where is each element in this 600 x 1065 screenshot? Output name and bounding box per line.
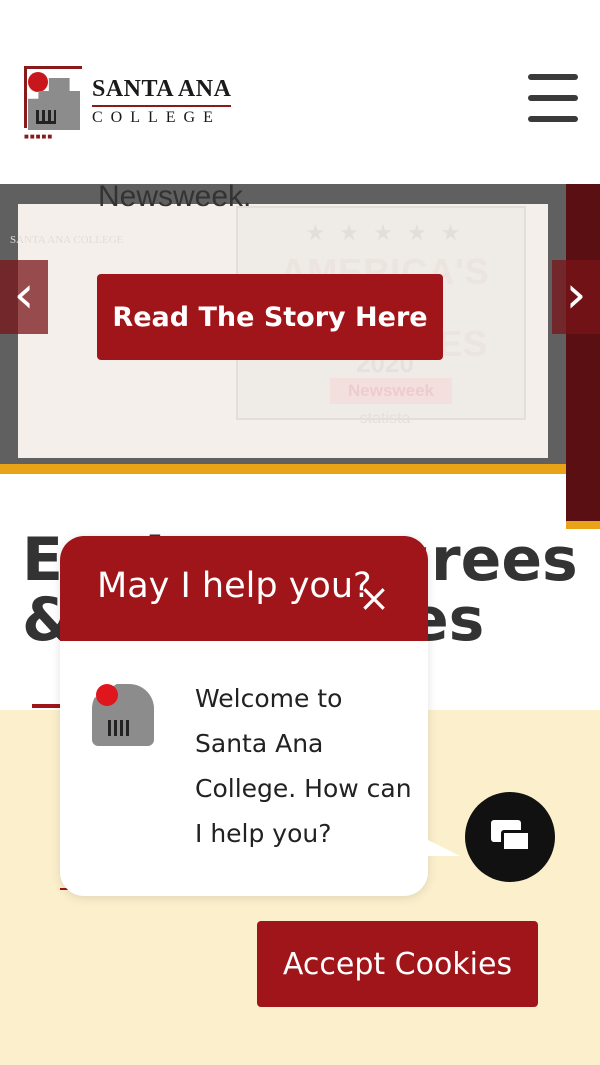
chat-title: May I help you? (97, 566, 372, 606)
logo-line-2: COLLEGE (92, 108, 221, 126)
chat-window: May I help you? × Welcome to Santa Ana C… (60, 536, 460, 896)
site-logo[interactable]: ■■■■■ SANTA ANA COLLEGE (22, 62, 252, 141)
college-building-icon: ■■■■■ (22, 64, 86, 141)
read-story-button[interactable]: Read The Story Here (97, 274, 443, 360)
next-slide-peek (566, 184, 600, 529)
chat-header: May I help you? × (60, 536, 428, 641)
logo-wordmark: SANTA ANA COLLEGE (92, 76, 232, 127)
accept-cookies-button[interactable]: Accept Cookies (257, 921, 538, 1007)
hamburger-menu-icon[interactable] (528, 74, 578, 122)
carousel-next-icon[interactable]: › (552, 260, 600, 334)
chatbot-avatar (90, 680, 156, 750)
chat-welcome-message: Welcome to Santa Ana College. How can I … (195, 684, 412, 848)
close-icon[interactable]: × (356, 579, 392, 617)
chat-launcher-icon[interactable] (465, 792, 555, 882)
logo-line-1: SANTA ANA (92, 76, 232, 107)
carousel-prev-icon[interactable]: ‹ (0, 260, 48, 334)
site-header: ■■■■■ SANTA ANA COLLEGE (0, 0, 600, 184)
hero-carousel: SANTA ANA COLLEGE ★ ★ ★ ★ ★ AMERICA'S TO… (0, 180, 600, 529)
hero-text: Newsweek. (98, 180, 252, 213)
